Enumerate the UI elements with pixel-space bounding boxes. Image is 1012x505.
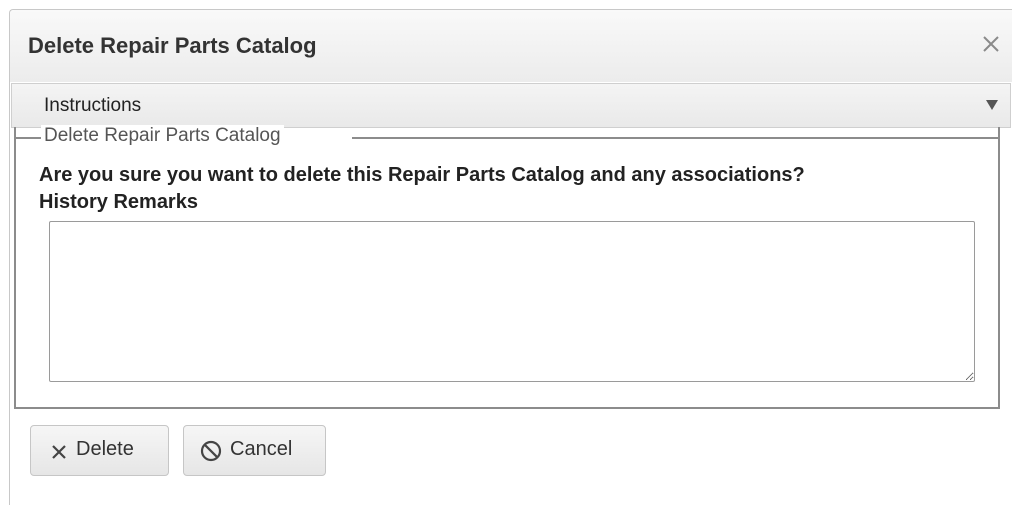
delete-button[interactable]: Delete	[30, 425, 169, 476]
x-icon	[52, 445, 66, 459]
group-legend: Delete Repair Parts Catalog	[41, 125, 284, 147]
cancel-button[interactable]: Cancel	[183, 425, 326, 476]
group-border-left	[14, 137, 41, 139]
history-remarks-textarea[interactable]	[49, 221, 975, 382]
cancel-button-label: Cancel	[230, 438, 293, 460]
history-remarks-label: History Remarks	[39, 191, 198, 213]
prohibited-icon	[200, 440, 222, 462]
close-icon[interactable]	[979, 32, 1003, 56]
instructions-accordion[interactable]: Instructions	[11, 83, 1011, 128]
dialog-titlebar: Delete Repair Parts Catalog	[10, 10, 1012, 82]
delete-button-label: Delete	[76, 438, 134, 460]
instructions-label: Instructions	[44, 95, 142, 116]
chevron-down-icon	[986, 100, 998, 110]
confirm-message: Are you sure you want to delete this Rep…	[39, 164, 805, 186]
dialog-title: Delete Repair Parts Catalog	[28, 33, 317, 58]
group-border-right	[352, 137, 1000, 139]
